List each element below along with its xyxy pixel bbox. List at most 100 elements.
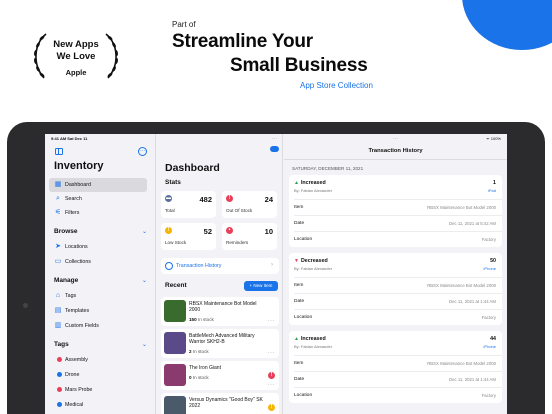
sidebar-item-label: Templates (65, 308, 90, 314)
item-name: BattleMech Advanced Military Warrior SKH… (189, 333, 255, 345)
transaction-type-label: Decreased (300, 258, 328, 264)
sidebar-item-filters[interactable]: ⚟ Filters (49, 206, 147, 220)
stat-card-out-of-stock[interactable]: ! 24 Out Of Stock (222, 191, 277, 218)
row-value: Factory (481, 393, 496, 398)
tag-item-mars-probe[interactable]: Mars Probe (49, 383, 147, 397)
cloud-sync-icon[interactable] (270, 146, 279, 152)
transaction-type-label: Increased (300, 180, 326, 186)
row-label: Location (294, 393, 313, 398)
chevron-down-icon[interactable]: ⌄ (142, 228, 147, 235)
history-title: Transaction History (368, 148, 423, 154)
transaction-card[interactable]: ▼ Decreased 50 By: Fabian Alexander iPhon… (289, 253, 502, 325)
templates-icon: ▤ (54, 307, 62, 314)
row-value: RBSX Maintenance Bot Model 2000 (427, 283, 496, 288)
sidebar-item-dashboard[interactable]: ▦ Dashboard (49, 178, 147, 192)
recent-item[interactable]: RBSX Maintenance Bot Model 2000 150 In s… (161, 297, 279, 326)
sidebar-item-label: Tags (65, 293, 77, 299)
row-label: Item (294, 361, 304, 366)
item-qty: 0 (189, 375, 192, 380)
transaction-row-date: Date Dec 11, 2021 at 5:42 AM (294, 215, 502, 231)
tag-color-dot (57, 387, 62, 392)
item-name: The Iron Giant (189, 365, 221, 371)
row-label: Date (294, 221, 305, 226)
status-time: 9:41 AM Sat Dec 11 (51, 136, 88, 141)
divider (284, 159, 507, 160)
transaction-card[interactable]: ▲ Increased 1 By: Fabian Alexander iPad I… (289, 175, 502, 247)
row-value: RBSX Maintenance Bot Model 2000 (427, 361, 496, 366)
alert-icon: ! (226, 195, 233, 202)
reminder-icon: • (226, 227, 233, 234)
sidebar-toggle-icon[interactable] (55, 148, 63, 155)
more-icon[interactable]: ··· (268, 318, 276, 324)
transaction-row-location: Location Factory (294, 309, 502, 325)
stat-label: Out Of Stock (226, 208, 253, 213)
transaction-header: ▲ Increased 1 By: Fabian Alexander iPad (289, 175, 502, 199)
stat-card-total[interactable]: ▬ 482 Total (161, 191, 216, 218)
tag-label: Mars Probe (65, 387, 93, 393)
chevron-down-icon[interactable]: ⌄ (142, 341, 147, 348)
more-options-icon[interactable]: ··· (138, 147, 147, 156)
recent-item[interactable]: The Iron Giant 0 In stock ! ··· (161, 361, 279, 390)
more-icon[interactable]: ··· (268, 382, 276, 388)
row-value: Factory (481, 237, 496, 242)
tag-item-drone[interactable]: Drone (49, 368, 147, 382)
row-value: Factory (481, 315, 496, 320)
decorative-blob (462, 0, 552, 50)
sidebar-item-custom-fields[interactable]: ▥ Custom Fields (49, 319, 147, 333)
sidebar-item-templates[interactable]: ▤ Templates (49, 304, 147, 318)
recent-item[interactable]: Versus Dynamics "Good Boy" SK 2022 ! (161, 393, 279, 414)
recent-item[interactable]: BattleMech Advanced Military Warrior SKH… (161, 329, 279, 358)
transaction-header: ▲ Increased 44 By: Fabian Alexander iPhon… (289, 331, 502, 355)
stat-label: Low Stock (165, 240, 187, 245)
section-manage[interactable]: Manage (54, 277, 78, 284)
tag-label: Medical (65, 402, 84, 408)
tag-color-dot (57, 372, 62, 377)
transaction-device: iPad (487, 188, 496, 193)
row-value: Dec 11, 2021 at 5:42 AM (449, 221, 496, 226)
custom-fields-icon: ▥ (54, 322, 62, 329)
sidebar-item-search[interactable]: ⌕ Search (49, 192, 147, 206)
multitask-dots-icon[interactable]: ··· (272, 136, 277, 142)
transaction-type: ▲ Increased (294, 336, 326, 342)
sidebar: 9:41 AM Sat Dec 11 ··· Inventory ▦ Dashb… (45, 134, 156, 414)
tag-item-medical[interactable]: Medical (49, 398, 147, 412)
row-value: Dec 11, 2021 at 1:44 AM (449, 299, 496, 304)
item-thumbnail (164, 364, 186, 386)
multitask-dots-icon[interactable]: ··· (284, 136, 507, 142)
transaction-history-link[interactable]: Transaction History › (161, 258, 279, 274)
item-name: RBSX Maintenance Bot Model 2000 (189, 301, 257, 313)
item-thumbnail (164, 396, 186, 414)
stat-label: Total (165, 208, 175, 213)
row-label: Date (294, 299, 305, 304)
sidebar-item-label: Filters (65, 210, 80, 216)
sidebar-item-label: Custom Fields (65, 323, 99, 329)
search-icon: ⌕ (56, 195, 60, 202)
sidebar-item-label: Collections (65, 259, 91, 265)
sidebar-item-collections[interactable]: ▭ Collections (49, 255, 147, 269)
section-tags[interactable]: Tags (54, 341, 69, 348)
stat-card-reminders[interactable]: • 10 Reminders (222, 223, 277, 250)
tag-label: Drone (65, 372, 80, 378)
tag-item-assembly[interactable]: Assembly (49, 353, 147, 367)
filter-icon: ⚟ (54, 209, 62, 216)
item-name: Versus Dynamics "Good Boy" SK 2022 (189, 397, 263, 409)
arrow-down-icon: ▼ (294, 258, 299, 264)
headline-line1: Streamline Your (172, 31, 313, 52)
camera-icon (23, 303, 28, 308)
more-icon[interactable]: ··· (268, 350, 276, 356)
chevron-down-icon[interactable]: ⌄ (142, 277, 147, 284)
tag-color-dot (57, 357, 62, 362)
section-browse[interactable]: Browse (54, 228, 77, 235)
sidebar-item-locations[interactable]: ➤ Locations (49, 240, 147, 254)
award-line2: We Love (56, 51, 96, 62)
transaction-card[interactable]: ▲ Increased 44 By: Fabian Alexander iPhon… (289, 331, 502, 403)
new-item-button[interactable]: + New Item (244, 281, 278, 291)
item-qty: 150 (189, 317, 197, 322)
transaction-history-label: Transaction History (176, 263, 222, 269)
sidebar-item-tags[interactable]: ⌂ Tags (49, 289, 147, 303)
stat-value: 52 (203, 227, 212, 236)
stat-card-low-stock[interactable]: ! 52 Low Stock (161, 223, 216, 250)
transaction-device: iPhone (483, 266, 496, 271)
page-title: Dashboard (165, 162, 220, 174)
tag-icon: ⌂ (55, 292, 61, 299)
